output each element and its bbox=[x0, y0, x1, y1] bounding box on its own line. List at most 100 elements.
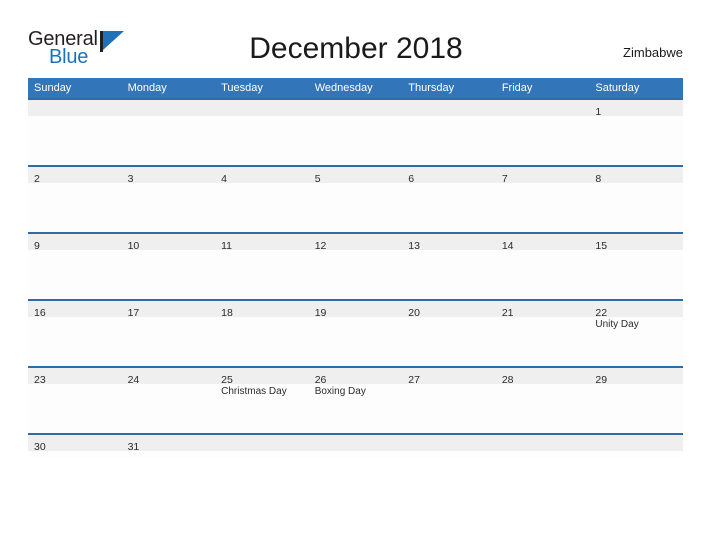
calendar-empty-cell bbox=[308, 433, 403, 457]
calendar-page: General Blue December 2018 Zimbabwe Sund… bbox=[0, 0, 712, 550]
day-cell-content: 19 bbox=[308, 301, 403, 366]
day-number-band: 21 bbox=[495, 301, 590, 319]
calendar-day-cell[interactable]: 4 bbox=[215, 165, 309, 233]
day-number: 15 bbox=[595, 240, 608, 252]
day-number-band bbox=[308, 435, 403, 451]
day-number: 2 bbox=[34, 173, 40, 185]
calendar-day-cell[interactable]: 13 bbox=[402, 232, 496, 300]
calendar-day-cell[interactable]: 16 bbox=[28, 299, 122, 367]
day-number-band: 6 bbox=[402, 167, 496, 185]
holiday-label: Boxing Day bbox=[314, 386, 366, 397]
calendar-header-row: Sunday Monday Tuesday Wednesday Thursday… bbox=[28, 78, 683, 99]
day-number: 9 bbox=[34, 240, 40, 252]
weekday-header-friday: Friday bbox=[495, 78, 590, 99]
day-number-band: 27 bbox=[402, 368, 496, 386]
calendar-day-cell[interactable]: 21 bbox=[495, 299, 590, 367]
day-cell-content: 26 Boxing Day bbox=[308, 368, 403, 433]
day-cell-content: 30 bbox=[28, 435, 122, 457]
holiday-label: Unity Day bbox=[595, 319, 639, 330]
day-number-band bbox=[495, 435, 590, 451]
calendar-day-cell[interactable]: 18 bbox=[215, 299, 309, 367]
day-number-band: 11 bbox=[215, 234, 309, 252]
day-number-band: 8 bbox=[589, 167, 683, 185]
day-number: 22 bbox=[595, 307, 608, 319]
day-number-band: 12 bbox=[308, 234, 403, 252]
day-number-band: 23 bbox=[28, 368, 122, 386]
day-number-band bbox=[402, 100, 496, 116]
calendar-day-cell[interactable]: 11 bbox=[215, 232, 309, 300]
day-cell-content: 21 bbox=[495, 301, 590, 366]
day-number-band: 7 bbox=[495, 167, 590, 185]
calendar-day-cell[interactable]: 27 bbox=[402, 366, 496, 434]
calendar-day-cell[interactable]: 15 bbox=[589, 232, 683, 300]
calendar-day-cell[interactable]: 10 bbox=[121, 232, 216, 300]
day-number-band: 24 bbox=[121, 368, 216, 386]
calendar-day-cell[interactable]: 29 bbox=[589, 366, 683, 434]
calendar-day-cell[interactable]: 3 bbox=[121, 165, 216, 233]
calendar-day-cell[interactable]: 23 bbox=[28, 366, 122, 434]
calendar-day-cell[interactable]: 31 bbox=[121, 433, 216, 457]
weekday-header-tuesday: Tuesday bbox=[215, 78, 309, 99]
day-cell-content: 6 bbox=[402, 167, 496, 232]
day-cell-content: 28 bbox=[495, 368, 590, 433]
calendar-empty-cell bbox=[495, 433, 590, 457]
day-cell-content: 2 bbox=[28, 167, 122, 232]
day-number: 31 bbox=[127, 441, 140, 453]
calendar-week-row: 23 24 25 Christmas Day 26 Boxing Day 27 28 29 bbox=[28, 366, 683, 434]
calendar-day-cell[interactable]: 20 bbox=[402, 299, 496, 367]
calendar-day-cell[interactable]: 26 Boxing Day bbox=[308, 366, 403, 434]
day-number-band bbox=[402, 435, 496, 451]
calendar-day-cell[interactable]: 6 bbox=[402, 165, 496, 233]
calendar-day-cell[interactable]: 5 bbox=[308, 165, 403, 233]
weekday-header-thursday: Thursday bbox=[402, 78, 496, 99]
calendar-day-cell[interactable]: 25 Christmas Day bbox=[215, 366, 309, 434]
calendar-day-cell[interactable]: 1 bbox=[589, 98, 683, 166]
calendar-day-cell[interactable]: 22 Unity Day bbox=[589, 299, 683, 367]
day-number-band: 14 bbox=[495, 234, 590, 252]
calendar-day-cell[interactable]: 30 bbox=[28, 433, 122, 457]
day-number: 28 bbox=[501, 374, 514, 386]
calendar-day-cell[interactable]: 2 bbox=[28, 165, 122, 233]
country-label: Zimbabwe bbox=[623, 45, 683, 60]
calendar-day-cell[interactable]: 17 bbox=[121, 299, 216, 367]
day-cell-content bbox=[495, 435, 590, 457]
day-number: 6 bbox=[408, 173, 415, 185]
calendar-day-cell[interactable]: 12 bbox=[308, 232, 403, 300]
day-cell-content: 12 bbox=[308, 234, 403, 299]
calendar-day-cell[interactable]: 28 bbox=[495, 366, 590, 434]
day-number: 17 bbox=[127, 307, 140, 319]
calendar-body: 1 2 3 4 5 6 7 8 9 10 11 12 13 14 15 16 17 18 19 20 21 22 Unity… bbox=[28, 98, 683, 457]
day-number-band: 26 bbox=[308, 368, 403, 386]
calendar-empty-cell bbox=[28, 98, 122, 166]
calendar-empty-cell bbox=[215, 98, 309, 166]
day-cell-content: 25 Christmas Day bbox=[215, 368, 309, 433]
day-cell-content: 7 bbox=[495, 167, 590, 232]
day-number: 7 bbox=[501, 173, 508, 185]
calendar-day-cell[interactable]: 7 bbox=[495, 165, 590, 233]
day-number: 30 bbox=[34, 441, 46, 453]
day-cell-content: 18 bbox=[215, 301, 309, 366]
calendar-day-cell[interactable]: 8 bbox=[589, 165, 683, 233]
day-number-band bbox=[495, 100, 590, 116]
day-cell-content: 22 Unity Day bbox=[589, 301, 683, 366]
calendar-week-row: 16 17 18 19 20 21 22 Unity Day bbox=[28, 299, 683, 367]
day-cell-content bbox=[215, 100, 309, 165]
day-cell-content: 15 bbox=[589, 234, 683, 299]
calendar-day-cell[interactable]: 19 bbox=[308, 299, 403, 367]
calendar-grid: Sunday Monday Tuesday Wednesday Thursday… bbox=[28, 78, 683, 457]
weekday-header-saturday: Saturday bbox=[589, 78, 683, 99]
calendar-week-row: 30 31 bbox=[28, 433, 683, 457]
day-cell-content: 13 bbox=[402, 234, 496, 299]
day-number: 19 bbox=[314, 307, 327, 319]
calendar-day-cell[interactable]: 24 bbox=[121, 366, 216, 434]
calendar-table: Sunday Monday Tuesday Wednesday Thursday… bbox=[28, 78, 683, 457]
day-cell-content: 10 bbox=[121, 234, 216, 299]
day-number: 29 bbox=[595, 374, 608, 386]
calendar-day-cell[interactable]: 9 bbox=[28, 232, 122, 300]
day-cell-content: 27 bbox=[402, 368, 496, 433]
day-number: 11 bbox=[221, 240, 233, 252]
calendar-day-cell[interactable]: 14 bbox=[495, 232, 590, 300]
day-number: 14 bbox=[501, 240, 514, 252]
page-title: December 2018 bbox=[249, 32, 463, 65]
day-number-band: 30 bbox=[28, 435, 122, 453]
